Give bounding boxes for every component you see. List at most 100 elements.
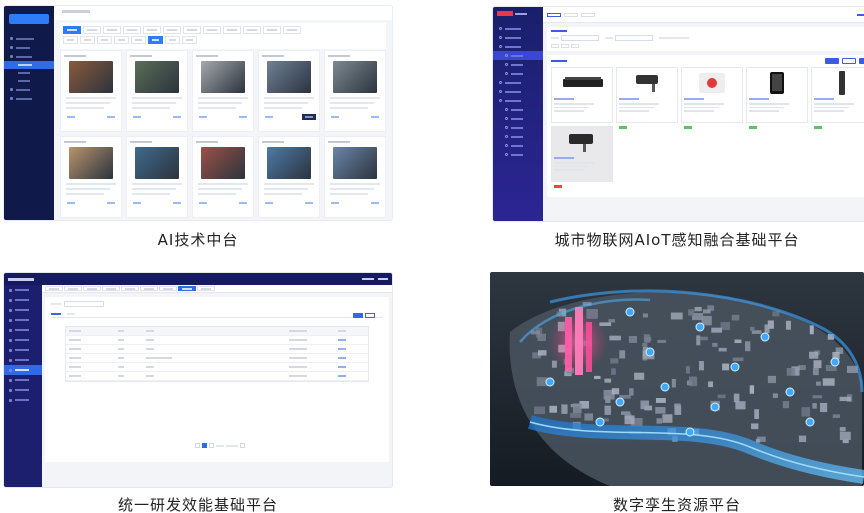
ai-model-action-button[interactable] bbox=[262, 200, 276, 206]
iot-device-card[interactable] bbox=[616, 67, 678, 129]
map-marker-icon[interactable] bbox=[695, 322, 705, 332]
ai-filter-chip[interactable] bbox=[183, 26, 201, 34]
map-marker-icon[interactable] bbox=[730, 362, 740, 372]
dev-search-input[interactable] bbox=[64, 301, 104, 307]
dev-add-button[interactable] bbox=[353, 313, 363, 318]
dev-table-row[interactable] bbox=[66, 345, 368, 354]
ai-filter-chip[interactable] bbox=[80, 36, 95, 44]
ai-model-action-button[interactable] bbox=[368, 200, 382, 206]
ai-filter-chip[interactable] bbox=[103, 26, 121, 34]
dev-nav-item[interactable] bbox=[4, 305, 42, 315]
dev-nav-item[interactable] bbox=[4, 315, 42, 325]
ai-model-action-button[interactable] bbox=[196, 200, 210, 206]
dev-table-row[interactable] bbox=[66, 336, 368, 345]
dev-tab[interactable] bbox=[102, 286, 120, 291]
iot-nav-item[interactable] bbox=[493, 24, 543, 33]
ai-filter-chip[interactable] bbox=[131, 36, 146, 44]
ai-model-card[interactable] bbox=[258, 136, 320, 218]
iot-action-button[interactable] bbox=[825, 58, 839, 64]
map-marker-icon[interactable] bbox=[545, 377, 555, 387]
ai-model-action-button[interactable] bbox=[104, 114, 118, 120]
map-marker-icon[interactable] bbox=[685, 427, 695, 437]
dev-table-row[interactable] bbox=[66, 363, 368, 372]
ai-filter-chip[interactable] bbox=[243, 26, 261, 34]
dev-tab[interactable] bbox=[83, 286, 101, 291]
iot-device-card[interactable] bbox=[681, 67, 743, 129]
ai-filter-chip[interactable] bbox=[263, 26, 281, 34]
dev-tab[interactable] bbox=[178, 286, 196, 291]
map-marker-icon[interactable] bbox=[595, 417, 605, 427]
ai-model-card[interactable] bbox=[324, 50, 386, 132]
iot-action-button[interactable] bbox=[859, 58, 864, 64]
ai-model-action-button[interactable] bbox=[130, 114, 144, 120]
iot-nav-item[interactable] bbox=[493, 51, 543, 60]
dev-table-row[interactable] bbox=[66, 354, 368, 363]
ai-filter-chip[interactable] bbox=[63, 36, 78, 44]
ai-model-card[interactable] bbox=[60, 136, 122, 218]
dev-add-button[interactable] bbox=[365, 313, 375, 318]
iot-nav-item[interactable] bbox=[493, 60, 543, 69]
ai-model-action-button[interactable] bbox=[328, 200, 342, 206]
dev-nav-item[interactable] bbox=[4, 355, 42, 365]
ai-model-card[interactable] bbox=[126, 50, 188, 132]
ai-model-action-button[interactable] bbox=[262, 114, 276, 120]
dev-tab[interactable] bbox=[140, 286, 158, 291]
dev-tab[interactable] bbox=[45, 286, 63, 291]
map-marker-icon[interactable] bbox=[645, 347, 655, 357]
dev-nav-item[interactable] bbox=[4, 335, 42, 345]
iot-device-card[interactable] bbox=[746, 67, 808, 129]
ai-model-action-button[interactable] bbox=[64, 200, 78, 206]
ai-model-action-button[interactable] bbox=[236, 200, 250, 206]
iot-nav-item[interactable] bbox=[493, 78, 543, 87]
map-marker-icon[interactable] bbox=[710, 402, 720, 412]
ai-model-action-button[interactable] bbox=[64, 114, 78, 120]
dev-nav-item[interactable] bbox=[4, 385, 42, 395]
dev-tab[interactable] bbox=[159, 286, 177, 291]
ai-platform-screenshot[interactable] bbox=[4, 6, 392, 220]
dev-nav-item[interactable] bbox=[4, 395, 42, 405]
ai-model-action-button[interactable] bbox=[170, 114, 184, 120]
iot-device-card[interactable] bbox=[551, 126, 613, 188]
dev-nav-item[interactable] bbox=[4, 375, 42, 385]
dev-nav-item[interactable] bbox=[4, 295, 42, 305]
map-marker-icon[interactable] bbox=[625, 307, 635, 317]
ai-filter-chip[interactable] bbox=[114, 36, 129, 44]
map-marker-icon[interactable] bbox=[785, 387, 795, 397]
ai-model-card[interactable] bbox=[126, 136, 188, 218]
ai-filter-chip[interactable] bbox=[83, 26, 101, 34]
iot-nav-item[interactable] bbox=[493, 105, 543, 114]
map-marker-icon[interactable] bbox=[660, 382, 670, 392]
ai-model-action-button[interactable] bbox=[328, 114, 342, 120]
dev-nav-item[interactable] bbox=[4, 325, 42, 335]
map-marker-icon[interactable] bbox=[830, 357, 840, 367]
iot-platform-screenshot[interactable] bbox=[493, 7, 864, 221]
dev-platform-screenshot[interactable] bbox=[4, 273, 392, 487]
ai-filter-chip[interactable] bbox=[203, 26, 221, 34]
iot-nav-item[interactable] bbox=[493, 96, 543, 105]
ai-model-action-button[interactable] bbox=[104, 200, 118, 206]
ai-model-action-button[interactable] bbox=[368, 114, 382, 120]
dev-nav-item[interactable] bbox=[4, 345, 42, 355]
iot-nav-item[interactable] bbox=[493, 132, 543, 141]
dev-table-row[interactable] bbox=[66, 372, 368, 381]
iot-nav-item[interactable] bbox=[493, 150, 543, 159]
map-marker-icon[interactable] bbox=[760, 332, 770, 342]
ai-filter-chip[interactable] bbox=[165, 36, 180, 44]
ai-model-card[interactable] bbox=[258, 50, 320, 132]
ai-filter-chip[interactable] bbox=[123, 26, 141, 34]
ai-model-action-button[interactable] bbox=[236, 114, 250, 120]
iot-nav-item[interactable] bbox=[493, 123, 543, 132]
iot-nav-item[interactable] bbox=[493, 114, 543, 123]
map-marker-icon[interactable] bbox=[805, 417, 815, 427]
ai-model-card[interactable] bbox=[192, 50, 254, 132]
ai-filter-chip[interactable] bbox=[97, 36, 112, 44]
ai-filter-chip[interactable] bbox=[182, 36, 197, 44]
dev-nav-item[interactable] bbox=[4, 285, 42, 295]
ai-model-card[interactable] bbox=[324, 136, 386, 218]
ai-filter-chip[interactable] bbox=[63, 26, 81, 34]
digital-twin-screenshot[interactable] bbox=[490, 272, 864, 486]
ai-model-card[interactable] bbox=[192, 136, 254, 218]
ai-model-action-button[interactable] bbox=[302, 200, 316, 206]
iot-nav-item[interactable] bbox=[493, 69, 543, 78]
iot-nav-item[interactable] bbox=[493, 33, 543, 42]
